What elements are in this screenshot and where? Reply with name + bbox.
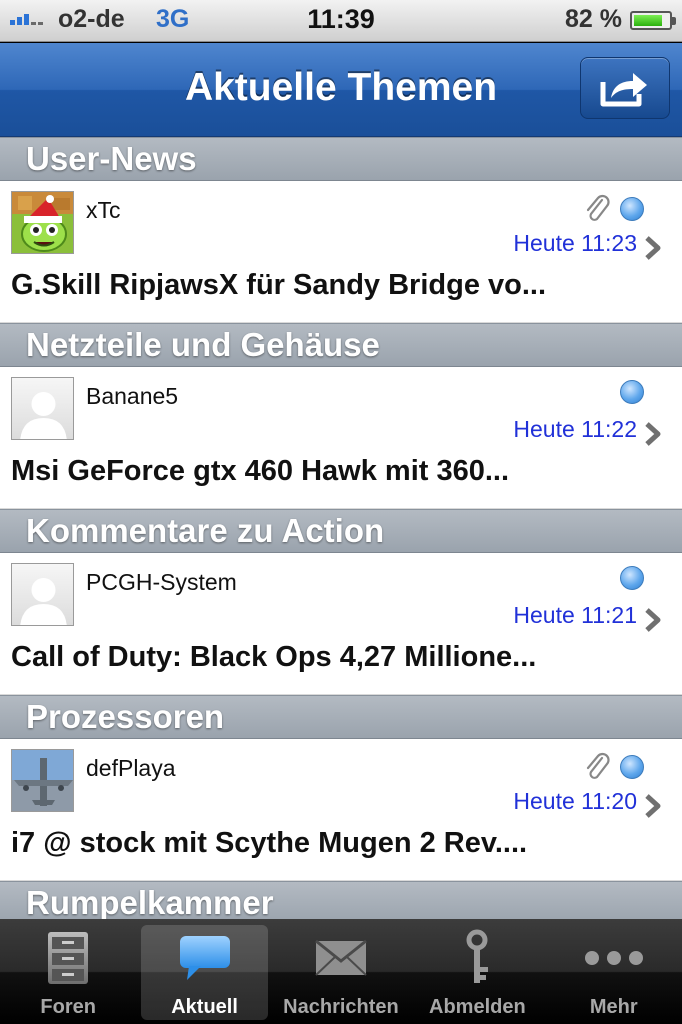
status-bar: o2-de 3G 11:39 82 % <box>0 0 682 42</box>
section-header: Prozessoren <box>0 695 682 739</box>
tab-label: Abmelden <box>429 996 526 1018</box>
topic-row[interactable]: Banane5 Heute 11:22 Msi GeForce gtx 460 … <box>0 367 682 509</box>
more-icon <box>584 951 643 965</box>
default-avatar-icon <box>11 377 74 440</box>
tab-foren[interactable]: Foren <box>0 919 136 1024</box>
topic-author: Banane5 <box>86 383 179 409</box>
topic-timestamp: Heute 11:23 <box>513 230 637 256</box>
speech-bubble-icon <box>179 936 230 980</box>
topic-title: Msi GeForce gtx 460 Hawk mit 360... <box>11 455 510 487</box>
attachment-icon <box>586 752 610 779</box>
navigation-bar: Aktuelle Themen <box>0 43 682 137</box>
topic-row[interactable]: defPlaya Heute 11:20 i7 @ stock mit Scyt… <box>0 739 682 881</box>
share-icon <box>600 73 647 107</box>
battery-icon <box>630 11 676 30</box>
topic-author: PCGH-System <box>86 569 237 595</box>
unread-indicator-icon <box>620 380 644 404</box>
topic-row[interactable]: PCGH-System Heute 11:21 Call of Duty: Bl… <box>0 553 682 695</box>
tab-mehr[interactable]: Mehr <box>546 919 682 1024</box>
unread-indicator-icon <box>620 755 644 779</box>
chevron-right-icon <box>645 236 661 260</box>
envelope-icon <box>315 939 367 976</box>
section-header: Kommentare zu Action <box>0 509 682 553</box>
tab-bar: Foren Aktuell Nachrichten Abmelden Mehr <box>0 919 682 1024</box>
chevron-right-icon <box>645 608 661 632</box>
cabinet-icon <box>48 932 89 984</box>
tab-label: Aktuell <box>171 996 238 1018</box>
topic-title: Call of Duty: Black Ops 4,27 Millione... <box>11 641 537 673</box>
unread-indicator-icon <box>620 566 644 590</box>
attachment-icon <box>586 194 610 221</box>
topic-title: i7 @ stock mit Scythe Mugen 2 Rev.... <box>11 827 528 859</box>
topic-author: defPlaya <box>86 755 176 781</box>
section-header: Rumpelkammer <box>0 881 682 919</box>
tab-aktuell[interactable]: Aktuell <box>136 919 272 1024</box>
section-header: Netzteile und Gehäuse <box>0 323 682 367</box>
topic-author: xTc <box>86 197 121 223</box>
tab-label: Nachrichten <box>283 996 399 1018</box>
tab-abmelden[interactable]: Abmelden <box>409 919 545 1024</box>
topic-timestamp: Heute 11:21 <box>513 602 637 628</box>
tab-label: Mehr <box>589 996 638 1018</box>
topic-row[interactable]: xTc Heute 11:23 G.Skill RipjawsX für San… <box>0 181 682 323</box>
user-avatar <box>11 749 74 812</box>
chevron-right-icon <box>645 794 661 818</box>
topics-list[interactable]: User-News xTc Heute 11:23 G.Skill Ripjaw… <box>0 137 682 919</box>
tab-nachrichten[interactable]: Nachrichten <box>273 919 409 1024</box>
share-button[interactable] <box>580 57 670 119</box>
key-icon <box>466 929 489 983</box>
battery-percentage: 82 % <box>565 5 622 33</box>
section-header: User-News <box>0 137 682 181</box>
unread-indicator-icon <box>620 197 644 221</box>
tab-label: Foren <box>40 996 96 1018</box>
topic-timestamp: Heute 11:20 <box>513 788 637 814</box>
topic-timestamp: Heute 11:22 <box>513 416 637 442</box>
default-avatar-icon <box>11 563 74 626</box>
user-avatar <box>11 191 74 254</box>
chevron-right-icon <box>645 422 661 446</box>
topic-title: G.Skill RipjawsX für Sandy Bridge vo... <box>11 269 547 301</box>
